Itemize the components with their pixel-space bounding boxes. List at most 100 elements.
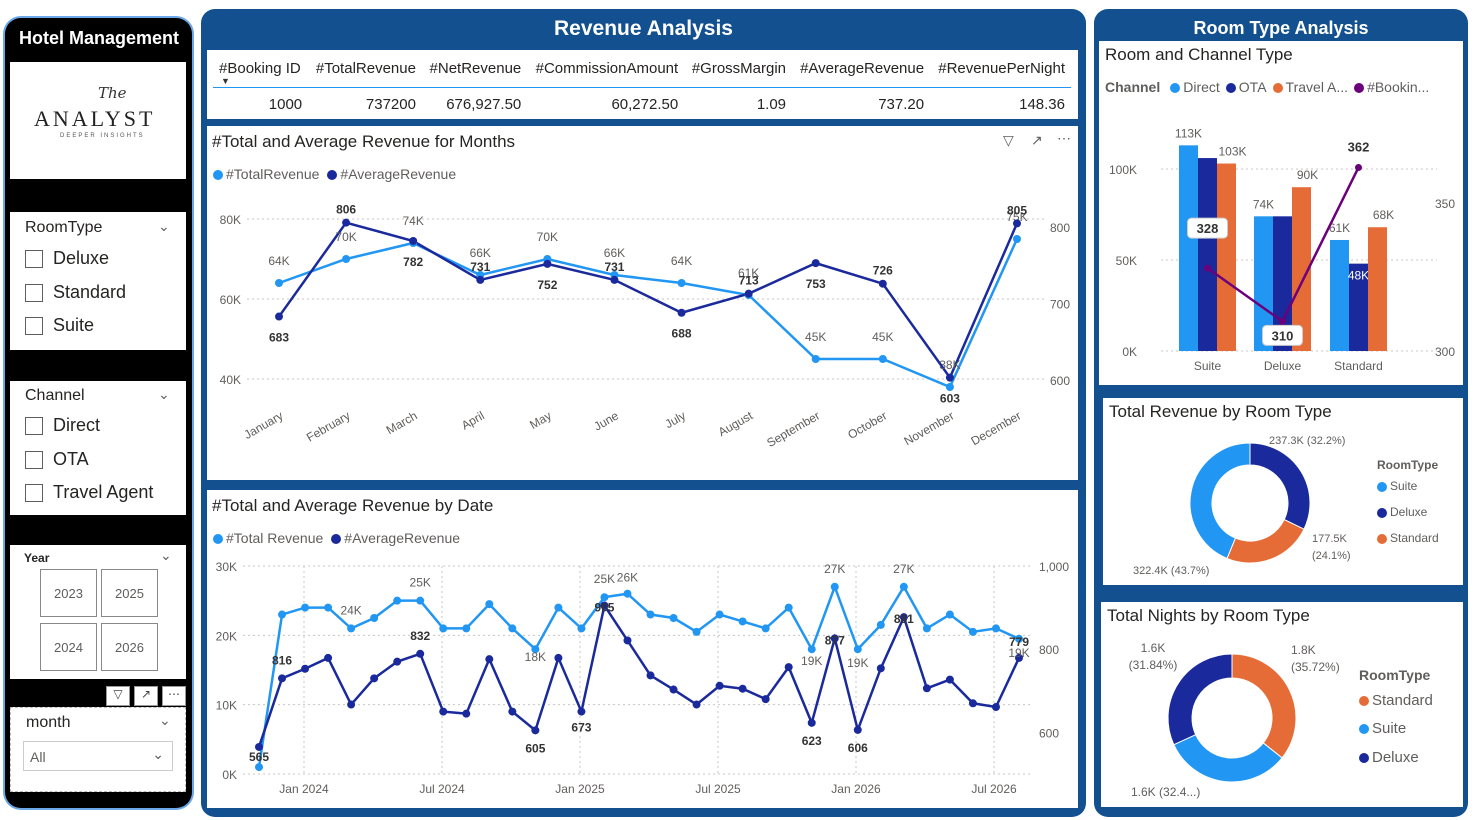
x-tick-label: Jan 2026 [831, 782, 881, 796]
data-label: 362 [1348, 139, 1370, 154]
data-label: 26K [617, 571, 638, 585]
x-tick-label: November [901, 408, 956, 448]
series-line-total [278, 238, 1019, 389]
data-label: 905 [594, 601, 614, 615]
y-tick-label: 20K [216, 629, 237, 643]
data-label: 90K [1297, 168, 1318, 182]
data-label: 19K [801, 654, 822, 668]
focus-mode-icon[interactable]: ↗ [134, 686, 158, 706]
data-point [409, 236, 418, 245]
checkbox[interactable] [25, 316, 43, 335]
data-label: 113K [1175, 126, 1202, 140]
table-header[interactable]: #RevenuePerNight [930, 56, 1071, 88]
table-header[interactable]: #Booking ID [213, 56, 308, 88]
data-point [784, 603, 793, 612]
data-point [784, 663, 793, 672]
data-label: (31.84%) [1129, 658, 1178, 672]
filter-icon[interactable]: ▽ [106, 686, 130, 706]
data-point [922, 684, 931, 693]
roomtype-option-deluxe[interactable]: Deluxe [25, 248, 109, 269]
channel-bar-chart: 0K 50K 100K 300 350 113K 103K Suite 74K 90K Deluxe… [1109, 126, 1455, 373]
data-point [677, 279, 686, 287]
y-tick-label: 60K [220, 293, 241, 307]
x-tick-label: August [716, 408, 756, 439]
data-point [1279, 317, 1286, 325]
data-label: 713 [739, 274, 759, 288]
legend-item[interactable]: Standard [1377, 531, 1439, 545]
table-header[interactable]: #AverageRevenue [792, 56, 930, 88]
year-tile-2026[interactable]: 2026 [101, 623, 158, 671]
roomtype-panel-title: Room Type Analysis [1193, 18, 1369, 38]
month-dropdown[interactable]: All ⌄ [23, 741, 173, 771]
chevron-down-icon[interactable]: ⌄ [158, 386, 170, 403]
channel-option-ota[interactable]: OTA [25, 449, 89, 470]
revenue-panel-title: Revenue Analysis [554, 17, 733, 40]
table-header[interactable]: #GrossMargin [684, 56, 792, 88]
data-label: 1.8K [1291, 643, 1316, 657]
table-cell: 60,272.50 [611, 96, 679, 113]
data-point [1355, 163, 1362, 171]
data-label: (35.72%) [1291, 660, 1340, 674]
year-tile-2024[interactable]: 2024 [40, 623, 97, 671]
checkbox[interactable] [25, 416, 43, 435]
data-label: 832 [410, 629, 430, 643]
data-label: 45K [805, 330, 826, 344]
checkbox[interactable] [25, 283, 43, 302]
data-label: 565 [249, 750, 269, 764]
year-tile-2025[interactable]: 2025 [101, 569, 158, 617]
y2-tick-label: 800 [1039, 643, 1059, 657]
data-label: 688 [672, 327, 692, 341]
data-point [347, 624, 356, 633]
legend-label: Standard [1372, 692, 1433, 709]
data-point [347, 700, 356, 709]
data-point [1013, 235, 1021, 243]
legend-item[interactable]: Deluxe [1359, 749, 1419, 766]
x-tick-label: December [969, 408, 1024, 448]
legend-item[interactable]: Suite [1377, 479, 1417, 493]
year-tile-2023[interactable]: 2023 [40, 569, 97, 617]
checkbox[interactable] [25, 483, 43, 502]
table-cell: 1.09 [756, 96, 787, 113]
data-point [554, 603, 563, 612]
data-label: 45K [872, 330, 893, 344]
chevron-down-icon[interactable]: ⌄ [160, 547, 172, 564]
chevron-down-icon[interactable]: ⌄ [158, 218, 170, 235]
y2-tick-label: 350 [1435, 197, 1455, 211]
data-label: 74K [403, 214, 424, 228]
chevron-down-icon[interactable]: ⌄ [159, 712, 171, 729]
monthly-line-chart: 40K 60K 80K 600 700 800 January February March Ap… [220, 203, 1071, 450]
legend-item[interactable]: Suite [1359, 720, 1406, 737]
data-point [692, 627, 701, 636]
legend-item[interactable]: Standard [1359, 692, 1433, 709]
channel-option-direct[interactable]: Direct [25, 415, 100, 436]
data-point [1204, 264, 1211, 272]
table-header[interactable]: #CommissionAmount [527, 56, 684, 88]
data-label: 177.5K [1312, 533, 1348, 545]
channel-option-travel-agent[interactable]: Travel Agent [25, 482, 153, 503]
data-label: 38K [939, 358, 960, 372]
roomtype-option-suite[interactable]: Suite [25, 315, 94, 336]
data-label: 19K [1008, 646, 1029, 660]
data-point [669, 614, 678, 622]
x-tick-label: Jul 2026 [971, 782, 1017, 796]
table-header[interactable]: #NetRevenue [422, 56, 527, 88]
x-tick-label: March [384, 408, 420, 437]
checkbox[interactable] [25, 450, 43, 469]
legend-label: Suite [1372, 720, 1407, 737]
data-label: 605 [525, 741, 545, 755]
option-label: Deluxe [53, 248, 110, 268]
roomtype-option-standard[interactable]: Standard [25, 282, 126, 303]
checkbox[interactable] [25, 249, 43, 268]
data-point [830, 582, 839, 591]
y2-tick-label: 800 [1050, 221, 1070, 235]
legend-item[interactable]: Deluxe [1377, 505, 1427, 519]
y-tick-label: 10K [216, 699, 237, 713]
more-options-icon[interactable]: ⋯ [162, 686, 186, 706]
data-point [945, 373, 954, 382]
table-header[interactable]: #TotalRevenue [308, 56, 422, 88]
data-label: 64K [268, 254, 289, 268]
y2-tick-label: 300 [1435, 345, 1455, 359]
month-slicer-title: month [26, 714, 71, 731]
data-label: 74K [1253, 197, 1274, 211]
y2-tick-label: 600 [1039, 726, 1059, 740]
